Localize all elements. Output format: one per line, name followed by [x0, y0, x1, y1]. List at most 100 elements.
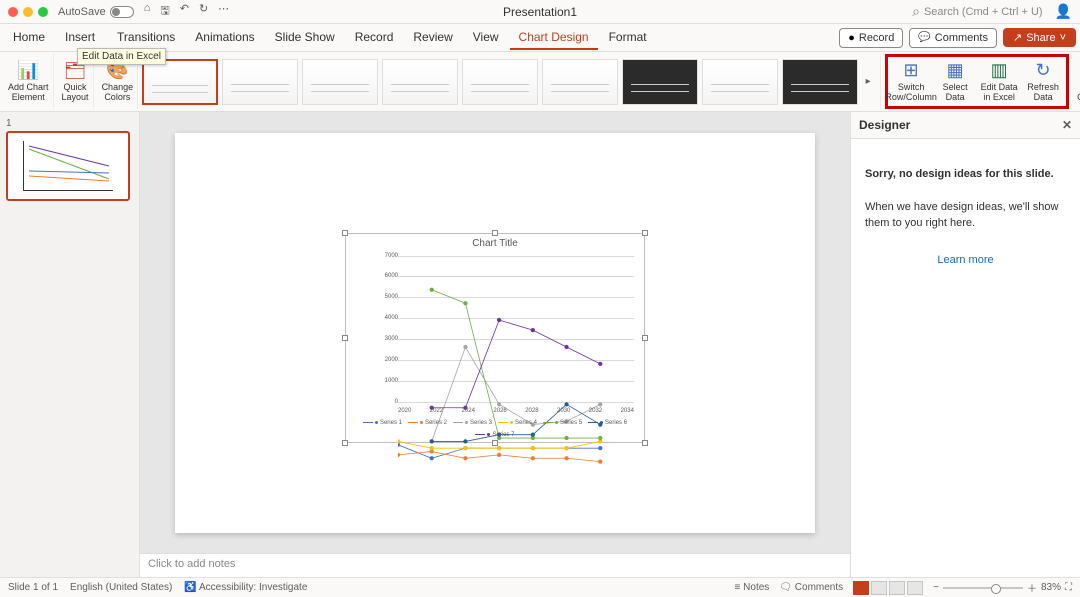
chart-title[interactable]: Chart Title [346, 234, 644, 253]
autosave-switch[interactable] [110, 6, 134, 18]
select-data-button[interactable]: ▦ Select Data [934, 59, 976, 104]
slide-editor: Chart Title 0100020003000400050006000700… [140, 112, 850, 577]
quick-access-toolbar: ⌂ 🖫 ↶ ↻ ⋯ [144, 2, 229, 21]
zoom-percent[interactable]: 83% [1041, 582, 1061, 593]
legend-item[interactable]: Series 4 [498, 420, 537, 426]
search-box[interactable]: Search (Cmd + Ctrl + U) [912, 3, 1042, 20]
tab-record[interactable]: Record [346, 26, 403, 50]
switch-rc-label: Switch Row/Column [885, 83, 937, 103]
title-bar: AutoSave ⌂ 🖫 ↶ ↻ ⋯ Presentation1 Search … [0, 0, 1080, 24]
tab-animations[interactable]: Animations [186, 26, 263, 50]
y-axis: 01000200030004000500060007000 [376, 256, 398, 402]
save-icon[interactable]: 🖫 [160, 2, 169, 21]
chart-style-8[interactable] [702, 59, 778, 105]
bar-chart-icon: 📊 [17, 60, 39, 81]
record-button[interactable]: Record [839, 28, 903, 48]
chart-style-2[interactable] [222, 59, 298, 105]
chart-legend[interactable]: Series 1 Series 2 Series 3 Series 4 Series 5… [346, 420, 644, 438]
resize-handle-n[interactable] [492, 230, 498, 236]
change-chart-type-button[interactable]: 📈 Change Chart Type [1073, 54, 1080, 109]
data-tools-group: ⊞ Switch Row/Column ▦ Select Data ▥ Edit… [885, 54, 1069, 109]
chart-style-5[interactable] [462, 59, 538, 105]
minimize-window-button[interactable] [23, 7, 33, 17]
zoom-in-button[interactable]: ＋ [1027, 580, 1037, 595]
comments-button[interactable]: Comments [909, 28, 997, 48]
learn-more-link[interactable]: Learn more [937, 254, 993, 266]
chart-plot-area[interactable]: 01000200030004000500060007000 2020202220… [376, 256, 634, 402]
slideshow-view-button[interactable] [907, 581, 923, 595]
normal-view-button[interactable] [853, 581, 869, 595]
tab-review[interactable]: Review [404, 26, 461, 50]
tab-format[interactable]: Format [600, 26, 656, 50]
resize-handle-e[interactable] [642, 335, 648, 341]
accessibility-status[interactable]: ♿ Accessibility: Investigate [184, 582, 307, 593]
chart-style-7[interactable] [622, 59, 698, 105]
resize-handle-w[interactable] [342, 335, 348, 341]
zoom-out-button[interactable]: − [933, 582, 939, 593]
slide-canvas[interactable]: Chart Title 0100020003000400050006000700… [140, 112, 850, 553]
slide-counter[interactable]: Slide 1 of 1 [8, 582, 58, 593]
chart-object[interactable]: Chart Title 0100020003000400050006000700… [345, 233, 645, 443]
maximize-window-button[interactable] [38, 7, 48, 17]
refresh-icon: ↻ [1036, 60, 1051, 81]
more-icon[interactable]: ⋯ [218, 2, 229, 21]
tab-slide-show[interactable]: Slide Show [266, 26, 344, 50]
comments-label: Comments [935, 32, 988, 44]
chart-style-4[interactable] [382, 59, 458, 105]
chart-style-1[interactable] [142, 59, 218, 105]
zoom-control[interactable]: − ＋ 83% ⛶ [933, 580, 1072, 595]
redo-icon[interactable]: ↻ [199, 2, 208, 21]
comments-toggle[interactable]: 🗨 Comments [779, 582, 843, 593]
slide-thumbnails-panel[interactable]: 1 [0, 112, 140, 577]
refresh-data-button[interactable]: ↻ Refresh Data [1022, 59, 1064, 104]
resize-handle-se[interactable] [642, 440, 648, 446]
tab-view[interactable]: View [464, 26, 508, 50]
workspace: 1 [0, 112, 1080, 577]
resize-handle-ne[interactable] [642, 230, 648, 236]
x-axis: 20202022202420262028203020322034 [398, 408, 634, 414]
share-button[interactable]: Share ˅ [1003, 28, 1076, 47]
chart-styles-gallery[interactable]: ▸ [142, 54, 881, 109]
legend-item[interactable]: Series 3 [453, 420, 492, 426]
sorter-view-button[interactable] [871, 581, 887, 595]
slide-1[interactable]: Chart Title 0100020003000400050006000700… [175, 133, 815, 533]
view-buttons [853, 581, 923, 595]
window-controls [8, 7, 48, 17]
home-icon[interactable]: ⌂ [144, 2, 151, 21]
tab-chart-design[interactable]: Chart Design [510, 26, 598, 50]
notes-pane[interactable]: Click to add notes [140, 553, 850, 577]
zoom-slider[interactable] [943, 587, 1023, 589]
chart-style-3[interactable] [302, 59, 378, 105]
chart-style-6[interactable] [542, 59, 618, 105]
styles-more-button[interactable]: ▸ [862, 76, 874, 87]
tab-home[interactable]: Home [4, 26, 54, 50]
switch-row-column-button[interactable]: ⊞ Switch Row/Column [890, 59, 932, 104]
undo-icon[interactable]: ↶ [180, 2, 189, 21]
reading-view-button[interactable] [889, 581, 905, 595]
autosave-label: AutoSave [58, 6, 106, 18]
tab-insert[interactable]: Insert [56, 26, 104, 50]
slide-thumbnail-1[interactable] [6, 131, 130, 201]
designer-header: Designer ✕ [851, 112, 1080, 139]
fit-to-window-button[interactable]: ⛶ [1065, 582, 1072, 593]
resize-handle-nw[interactable] [342, 230, 348, 236]
edit-data-excel-button[interactable]: ▥ Edit Data in Excel [978, 59, 1020, 104]
close-window-button[interactable] [8, 7, 18, 17]
designer-close-button[interactable]: ✕ [1062, 118, 1072, 132]
resize-handle-sw[interactable] [342, 440, 348, 446]
account-icon[interactable]: 👤 [1055, 3, 1072, 20]
legend-item[interactable]: Series 1 [363, 420, 402, 426]
add-chart-element-button[interactable]: 📊 Add Chart Element [4, 54, 54, 109]
thumbnail-chart-preview [23, 141, 113, 191]
notes-toggle[interactable]: ≡ Notes [735, 582, 770, 593]
designer-message: When we have design ideas, we'll show th… [865, 200, 1066, 231]
autosave-toggle[interactable]: AutoSave [58, 6, 134, 18]
legend-item[interactable]: Series 6 [588, 420, 627, 426]
legend-item[interactable]: Series 2 [408, 420, 447, 426]
switch-icon: ⊞ [904, 60, 919, 81]
language-status[interactable]: English (United States) [70, 582, 172, 593]
designer-title: Designer [859, 118, 910, 132]
chart-style-9[interactable] [782, 59, 858, 105]
legend-item[interactable]: Series 5 [543, 420, 582, 426]
legend-item[interactable]: Series 7 [475, 432, 514, 438]
